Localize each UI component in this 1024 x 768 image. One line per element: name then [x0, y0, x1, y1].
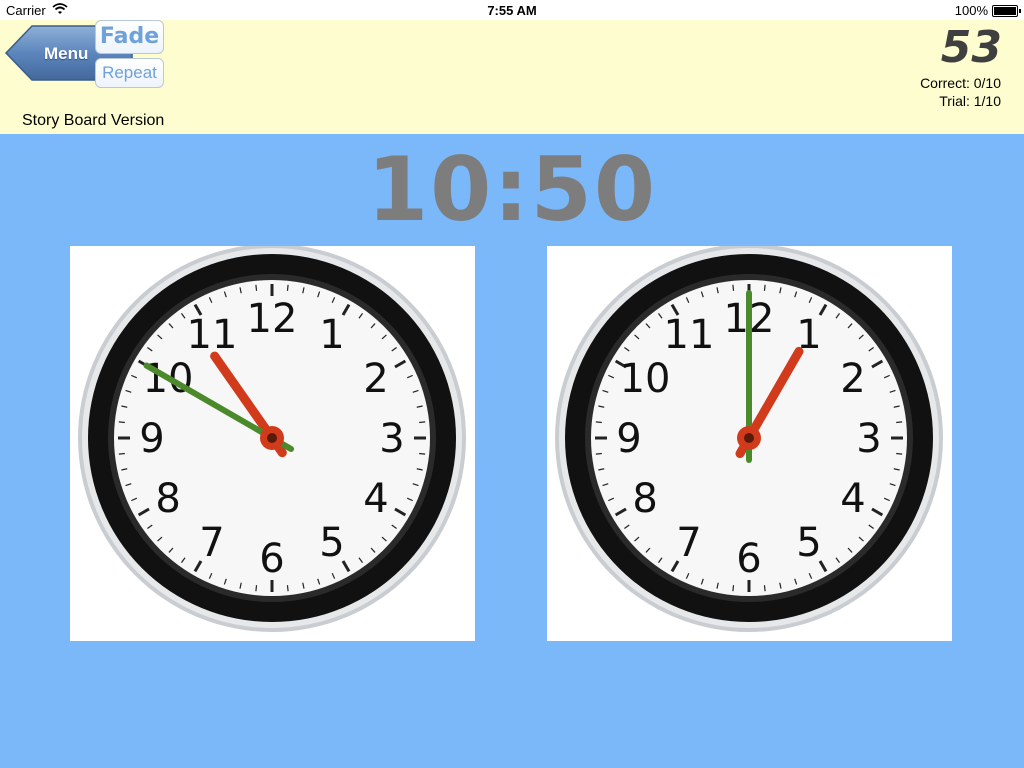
fade-button[interactable]: Fade: [95, 20, 164, 54]
clock-choice-right[interactable]: 121234567891011: [547, 246, 952, 641]
clock-tick: [419, 421, 426, 424]
repeat-button[interactable]: Repeat: [95, 58, 164, 88]
clock-number: 4: [363, 476, 388, 522]
clock-number: 2: [363, 356, 388, 402]
clock-number: 11: [664, 312, 715, 358]
clock-number: 2: [840, 356, 865, 402]
clock-face-right: 121234567891011: [555, 246, 943, 632]
clock-tick: [286, 585, 289, 592]
trial-count: Trial: 1/10: [939, 93, 1001, 109]
clock-number: 6: [259, 536, 284, 582]
clock-tick: [732, 284, 735, 291]
clock-tick: [118, 452, 125, 455]
clock-number: 8: [155, 476, 180, 522]
header-bar: Menu Fade Repeat 53 Correct: 0/10 Trial:…: [0, 20, 1024, 134]
clock-tick: [255, 585, 258, 592]
clock-choice-left[interactable]: 121234567891011: [70, 246, 475, 641]
clock-number: 3: [379, 416, 404, 462]
status-time: 7:55 AM: [487, 3, 537, 18]
clock-tick: [896, 421, 903, 424]
battery-icon: [992, 5, 1021, 17]
clock-number: 5: [319, 520, 344, 566]
clock-number: 5: [796, 520, 821, 566]
status-bar: Carrier 7:55 AM 100%: [0, 0, 1024, 20]
clock-number: 8: [632, 476, 657, 522]
correct-count: Correct: 0/10: [920, 75, 1001, 91]
clock-number: 1: [319, 312, 344, 358]
clock-number: 9: [139, 416, 164, 462]
clock-number: 9: [616, 416, 641, 462]
clock-number: 4: [840, 476, 865, 522]
battery-percentage: 100%: [954, 3, 988, 18]
clock-face-left: 121234567891011: [78, 246, 466, 632]
clock-number: 12: [247, 296, 298, 342]
clock-number: 6: [736, 536, 761, 582]
clock-number: 7: [676, 520, 701, 566]
clock-tick: [595, 421, 602, 424]
clock-tick: [763, 284, 766, 291]
clock-tick: [286, 284, 289, 291]
clock-tick: [896, 452, 903, 455]
clock-tick: [118, 421, 125, 424]
clock-number: 3: [856, 416, 881, 462]
target-time: 10:50: [366, 138, 658, 241]
clock-tick: [255, 284, 258, 291]
version-label: Story Board Version: [22, 112, 165, 129]
clock-number: 7: [199, 520, 224, 566]
menu-button-label: Menu: [44, 44, 89, 63]
clock-tick: [763, 585, 766, 592]
clock-number: 11: [187, 312, 238, 358]
clock-tick: [595, 452, 602, 455]
clock-tick: [419, 452, 426, 455]
score-value: 53: [940, 22, 1002, 73]
clock-tick: [732, 585, 735, 592]
clock-number: 10: [620, 356, 671, 402]
